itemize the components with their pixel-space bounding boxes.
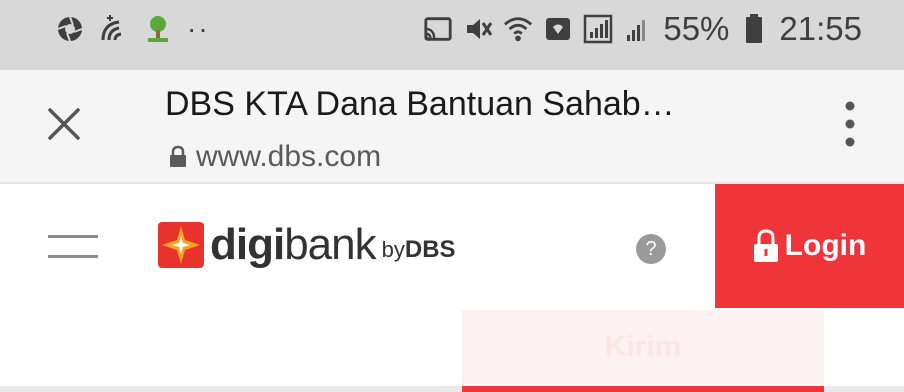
logo-by: by xyxy=(381,237,405,262)
cast-icon xyxy=(423,14,453,44)
hamburger-icon xyxy=(48,235,98,258)
logo-wordmark: digibank xyxy=(210,220,377,269)
overflow-menu-button[interactable] xyxy=(840,98,860,150)
lock-icon xyxy=(170,145,186,167)
aperture-icon xyxy=(55,14,85,44)
dbs-star-logo-icon xyxy=(158,222,204,268)
login-button[interactable]: Login xyxy=(715,184,904,308)
help-button[interactable]: ? xyxy=(636,234,666,264)
logo-byline: byDBS xyxy=(382,236,456,264)
logo-dbs: DBS xyxy=(404,236,456,263)
clock: 21:55 xyxy=(779,10,862,47)
site-header: digibank byDBS ? Login xyxy=(0,184,904,308)
signal-icon xyxy=(623,14,653,44)
status-right-icons: 55% 21:55 xyxy=(423,10,862,48)
hamburger-menu-button[interactable] xyxy=(48,232,98,262)
page-title: DBS KTA Dana Bantuan Sahab… xyxy=(165,85,675,123)
status-bar: ·· 55% 21:55 xyxy=(0,0,904,70)
shield-icon xyxy=(543,14,573,44)
kirim-button[interactable]: Kirim xyxy=(462,310,824,384)
more-vert-icon xyxy=(845,101,855,147)
tree-icon xyxy=(143,14,173,44)
url-bar[interactable]: www.dbs.com xyxy=(168,140,381,174)
main-content: Kirim xyxy=(0,308,904,392)
mute-icon xyxy=(463,14,493,44)
active-tab-indicator xyxy=(462,386,824,392)
battery-percent: 55% xyxy=(663,10,730,47)
browser-tab-bar: DBS KTA Dana Bantuan Sahab… www.dbs.com xyxy=(0,70,904,184)
padlock-icon xyxy=(753,229,778,262)
more-notifications-dots: ·· xyxy=(187,13,210,44)
wifi-icon xyxy=(503,14,533,44)
signal-box-icon xyxy=(583,14,613,44)
login-label: Login xyxy=(784,229,867,262)
wifi-calling-icon xyxy=(99,14,129,44)
logo-digi: digi xyxy=(210,220,285,269)
status-left-icons: ·· xyxy=(55,14,210,44)
url-text: www.dbs.com xyxy=(196,140,382,173)
close-icon xyxy=(48,108,80,140)
battery-icon xyxy=(739,14,769,44)
digibank-logo[interactable]: digibank byDBS xyxy=(158,222,456,268)
close-tab-button[interactable] xyxy=(44,104,84,144)
logo-bank: bank xyxy=(284,220,376,269)
